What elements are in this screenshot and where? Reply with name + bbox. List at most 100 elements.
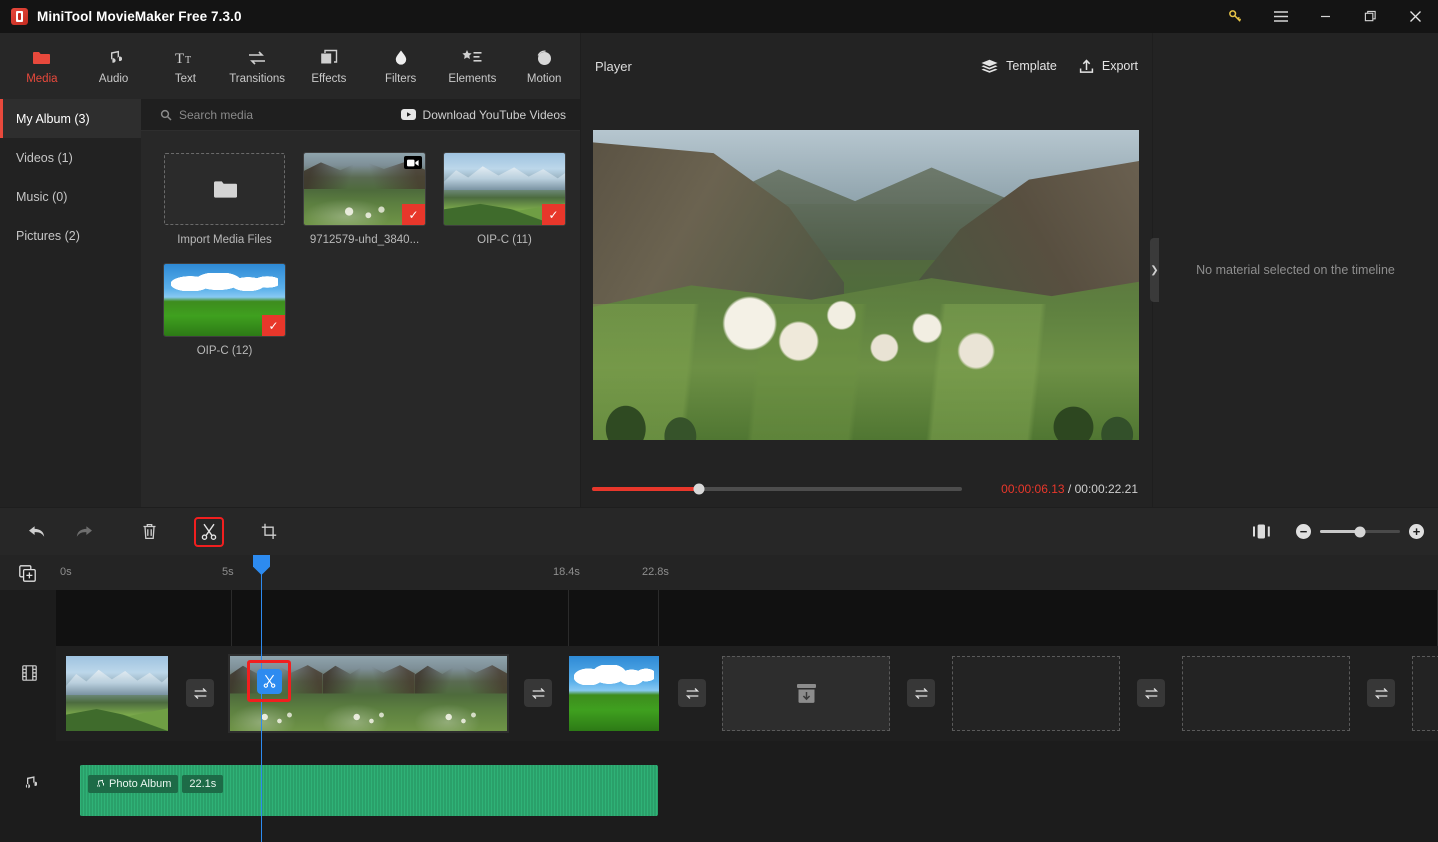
media-thumbnail[interactable]: ✓	[163, 263, 286, 337]
import-media-dropzone[interactable]	[164, 153, 285, 225]
split-at-playhead-button[interactable]	[256, 668, 282, 694]
media-top-bar: Search media Download YouTube Videos	[141, 99, 580, 131]
clip-thumbnail	[569, 656, 659, 731]
download-youtube-label: Download YouTube Videos	[422, 107, 566, 122]
transition-button[interactable]	[1367, 679, 1395, 707]
filters-icon	[392, 47, 410, 68]
panel-collapse-chevron-right-icon[interactable]: ❯	[1150, 238, 1159, 302]
ruler-tick: 22.8s	[642, 566, 669, 578]
media-thumbnail[interactable]: ✓	[443, 152, 566, 226]
timeline-zoom-controls: − +	[1238, 514, 1424, 550]
tab-elements-label: Elements	[448, 73, 497, 85]
timeline-empty-slot-4[interactable]	[1412, 656, 1438, 731]
download-youtube-button[interactable]: Download YouTube Videos	[400, 107, 566, 122]
crop-button[interactable]	[246, 514, 292, 550]
progress-handle[interactable]	[693, 483, 705, 495]
audio-track[interactable]: Photo Album 22.1s	[56, 741, 1438, 842]
sidebar-item-pictures[interactable]: Pictures (2)	[0, 216, 141, 255]
timeline: 0s 5s 18.4s 22.8s Photo Album 22.1s	[0, 555, 1438, 842]
tab-motion[interactable]: Motion	[508, 35, 580, 97]
undo-button[interactable]	[14, 514, 60, 550]
timeline-clip-field[interactable]	[569, 656, 659, 731]
timeline-zoom-slider[interactable]	[1320, 526, 1400, 537]
search-input[interactable]: Search media	[160, 108, 253, 122]
import-media-cell[interactable]: Import Media Files	[164, 153, 285, 246]
time-display: 00:00:06.13 / 00:00:22.21	[1001, 482, 1138, 496]
search-placeholder: Search media	[179, 107, 254, 122]
playback-progress-slider[interactable]	[592, 483, 962, 495]
tab-audio[interactable]: Audio	[78, 35, 150, 97]
timeline-toolbar: − +	[0, 508, 1438, 555]
timeline-empty-slot-3[interactable]	[1182, 656, 1350, 731]
timeline-clip-snow[interactable]	[66, 656, 168, 731]
snap-toggle-button[interactable]	[1238, 514, 1284, 550]
transition-button[interactable]	[907, 679, 935, 707]
key-icon[interactable]	[1213, 0, 1258, 33]
tab-text-label: Text	[174, 73, 196, 85]
sidebar-item-videos[interactable]: Videos (1)	[0, 138, 141, 177]
template-button[interactable]: Template	[981, 59, 1057, 74]
caption-segment[interactable]	[659, 590, 1438, 646]
sidebar-item-label: Videos (1)	[16, 150, 73, 165]
progress-fill	[592, 487, 700, 491]
media-item-video[interactable]: ✓ 9712579-uhd_3840...	[303, 152, 426, 246]
film-strip-icon	[22, 665, 37, 681]
timeline-ruler[interactable]: 0s 5s 18.4s 22.8s	[0, 555, 1438, 590]
search-icon	[160, 109, 172, 121]
media-item-caption: OIP-C (11)	[477, 234, 532, 246]
media-item-picture-2[interactable]: ✓ OIP-C (12)	[163, 263, 286, 357]
scissors-icon	[201, 523, 217, 540]
zoom-in-button[interactable]: +	[1409, 524, 1424, 539]
tab-effects[interactable]: Effects	[293, 35, 365, 97]
layers-icon	[981, 59, 998, 74]
transition-button[interactable]	[524, 679, 552, 707]
maximize-icon[interactable]	[1348, 0, 1393, 33]
timeline-empty-slot-2[interactable]	[952, 656, 1120, 731]
sidebar-item-label: Music (0)	[16, 189, 68, 204]
zoom-handle[interactable]	[1354, 526, 1366, 537]
sidebar-item-my-album[interactable]: My Album (3)	[0, 99, 141, 138]
minimize-icon[interactable]	[1303, 0, 1348, 33]
transition-button[interactable]	[1137, 679, 1165, 707]
timeline-audio-clip[interactable]: Photo Album 22.1s	[80, 765, 658, 816]
add-media-icon[interactable]	[19, 565, 36, 582]
tab-text[interactable]: T T Text	[150, 35, 222, 97]
timeline-empty-slot-drop[interactable]	[722, 656, 890, 731]
properties-empty-message: No material selected on the timeline	[1196, 263, 1395, 277]
tab-effects-label: Effects	[311, 73, 347, 85]
caption-lane[interactable]	[56, 590, 1438, 646]
media-item-picture-1[interactable]: ✓ OIP-C (11)	[443, 152, 566, 246]
sidebar-item-music[interactable]: Music (0)	[0, 177, 141, 216]
delete-button[interactable]	[126, 514, 172, 550]
export-button[interactable]: Export	[1079, 58, 1138, 74]
tab-filters[interactable]: Filters	[365, 35, 437, 97]
zoom-out-button[interactable]: −	[1296, 524, 1311, 539]
media-sidebar: My Album (3) Videos (1) Music (0) Pictur…	[0, 99, 141, 507]
tab-transitions[interactable]: Transitions	[221, 35, 293, 97]
tab-media[interactable]: Media	[6, 35, 78, 97]
music-note-icon	[22, 775, 37, 792]
caption-segment[interactable]	[56, 590, 232, 646]
tab-elements[interactable]: Elements	[437, 35, 509, 97]
track-gutter	[0, 590, 56, 842]
tab-media-label: Media	[26, 73, 58, 85]
transition-button[interactable]	[186, 679, 214, 707]
caption-segment[interactable]	[232, 590, 569, 646]
player-header-actions: Template Export	[981, 58, 1138, 74]
effects-icon	[320, 47, 338, 68]
close-icon[interactable]	[1393, 0, 1438, 33]
sidebar-item-label: Pictures (2)	[16, 228, 80, 243]
title-bar: MiniTool MovieMaker Free 7.3.0	[0, 0, 1438, 33]
hamburger-menu-icon[interactable]	[1258, 0, 1303, 33]
trash-icon	[142, 523, 157, 540]
app-title: MiniTool MovieMaker Free 7.3.0	[37, 9, 242, 24]
template-label: Template	[1006, 59, 1057, 73]
ruler-tick: 5s	[222, 566, 234, 578]
video-preview-stage[interactable]	[592, 113, 1140, 457]
redo-button[interactable]	[60, 514, 106, 550]
media-thumbnail[interactable]: ✓	[303, 152, 426, 226]
caption-segment[interactable]	[569, 590, 659, 646]
music-note-icon	[105, 47, 123, 68]
transition-button[interactable]	[678, 679, 706, 707]
split-button[interactable]	[194, 516, 224, 547]
